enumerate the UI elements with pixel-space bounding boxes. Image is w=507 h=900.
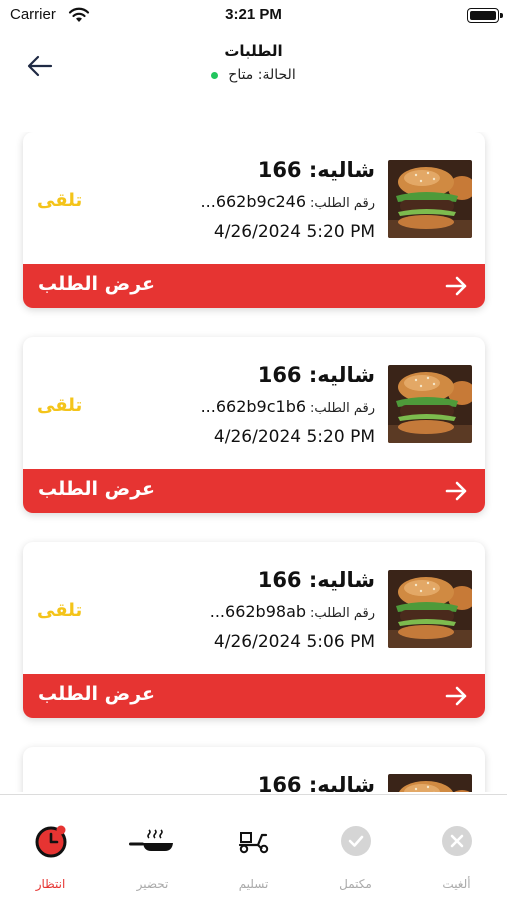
tab-completed-label: مكتمل (339, 877, 372, 891)
view-order-button[interactable]: عرض الطلب (23, 469, 485, 513)
order-food-image (388, 160, 472, 238)
view-order-button[interactable]: عرض الطلب (23, 264, 485, 308)
availability-status: الحالة: متاح (0, 67, 507, 83)
app-header: الطلبات الحالة: متاح (0, 32, 507, 102)
chalet-number: شاليه: 166 (257, 363, 375, 387)
order-status-badge: تلقى (37, 600, 83, 621)
order-number: رقم الطلب:662b9c1b6... (201, 397, 375, 416)
order-status-badge: تلقى (37, 395, 83, 416)
cancelled-icon (441, 826, 472, 856)
order-number: رقم الطلب:662b9c246... (201, 192, 375, 211)
view-order-button-label: عرض الطلب (38, 683, 155, 705)
order-food-image (388, 570, 472, 648)
order-card: شاليه: 166 رقم الطلب:662b9c1b6... 4/26/2… (23, 337, 485, 513)
tab-delivery[interactable]: تسليم (203, 795, 304, 900)
order-card: شاليه: 166 رقم الطلب:662b9c246... 4/26/2… (23, 132, 485, 308)
order-food-image (388, 365, 472, 443)
delivery-scooter-icon (238, 832, 268, 854)
order-datetime: 4/26/2024 5:20 PM (213, 427, 375, 447)
view-order-button-label: عرض الطلب (38, 273, 155, 295)
clock-time: 3:21 PM (225, 6, 282, 23)
tab-cancelled[interactable]: ألغيت (406, 795, 507, 900)
order-datetime: 4/26/2024 5:06 PM (213, 632, 375, 652)
chalet-number: شاليه: 166 (257, 158, 375, 182)
arrow-right-icon (445, 276, 467, 296)
arrow-right-icon (445, 686, 467, 706)
frying-pan-icon (128, 829, 173, 851)
bottom-tab-bar: ألغيت مكتمل تسليم تحضير انتظار (0, 794, 507, 900)
battery-icon (467, 8, 503, 23)
tab-preparing-label: تحضير (136, 877, 169, 891)
tab-preparing[interactable]: تحضير (102, 795, 203, 900)
availability-status-text: الحالة: متاح (228, 67, 296, 83)
order-status-badge: تلقى (37, 190, 83, 211)
tab-cancelled-label: ألغيت (442, 877, 471, 891)
chalet-number: شاليه: 166 (257, 773, 375, 792)
tab-delivery-label: تسليم (238, 877, 269, 891)
tab-completed[interactable]: مكتمل (305, 795, 406, 900)
order-datetime: 4/26/2024 5:20 PM (213, 222, 375, 242)
view-order-button[interactable]: عرض الطلب (23, 674, 485, 718)
tab-waiting[interactable]: انتظار (0, 795, 101, 900)
page-title: الطلبات (224, 42, 283, 60)
order-card: شاليه: 166 (23, 747, 485, 792)
order-number-label: رقم الطلب: (310, 401, 375, 416)
waiting-clock-icon (35, 825, 66, 858)
completed-icon (340, 826, 371, 856)
orders-list[interactable]: شاليه: 166 رقم الطلب:662b9c246... 4/26/2… (0, 132, 507, 792)
order-id: 662b9c246... (200, 192, 307, 211)
order-number-label: رقم الطلب: (310, 606, 375, 621)
tab-waiting-label: انتظار (35, 877, 66, 891)
order-number-label: رقم الطلب: (310, 196, 375, 211)
status-dot-icon (211, 71, 219, 79)
order-id: 662b98ab... (209, 602, 307, 621)
order-id: 662b9c1b6... (200, 397, 307, 416)
status-bar: Carrier 3:21 PM (0, 0, 507, 32)
order-number: رقم الطلب:662b98ab... (210, 602, 375, 621)
chalet-number: شاليه: 166 (257, 568, 375, 592)
arrow-right-icon (445, 481, 467, 501)
view-order-button-label: عرض الطلب (38, 478, 155, 500)
order-food-image (388, 774, 472, 792)
order-card: شاليه: 166 رقم الطلب:662b98ab... 4/26/20… (23, 542, 485, 718)
